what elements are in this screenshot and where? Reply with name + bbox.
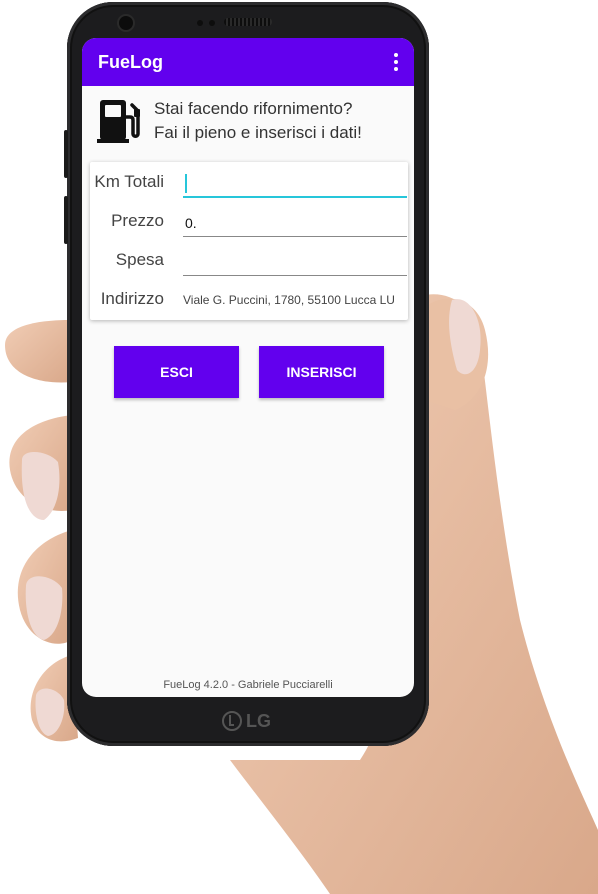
brand-logo: LG <box>222 710 271 732</box>
brand-text: LG <box>246 710 271 731</box>
header-text: Stai facendo rifornimento? Fai il pieno … <box>154 97 362 145</box>
text-cursor <box>185 174 187 193</box>
price-field-row: Prezzo <box>90 203 408 243</box>
spend-label: Spesa <box>115 250 164 269</box>
app-screen: FueLog Stai facendo rifornimento? Fai il… <box>82 38 414 697</box>
spend-field-row: Spesa <box>90 242 408 282</box>
spend-input[interactable] <box>183 248 407 276</box>
sensor-icon <box>209 20 215 26</box>
footer-version: FueLog 4.2.0 - Gabriele Pucciarelli <box>163 679 333 691</box>
address-label: Indirizzo <box>100 289 164 308</box>
fuel-pump-icon <box>97 100 140 143</box>
fuel-form-card: Km Totali Prezzo Spesa Indirizzo Viale G… <box>90 162 408 320</box>
price-label: Prezzo <box>111 211 164 230</box>
front-camera-icon <box>119 16 133 30</box>
insert-button[interactable]: INSERISCI <box>259 346 384 398</box>
volume-button <box>64 130 68 178</box>
exit-button[interactable]: ESCI <box>114 346 239 398</box>
sensor-icon <box>197 20 203 26</box>
header-message: Stai facendo rifornimento? Fai il pieno … <box>96 96 406 146</box>
price-input[interactable] <box>183 209 407 237</box>
speaker-grille <box>224 18 272 26</box>
more-options-icon[interactable] <box>386 50 406 74</box>
lg-logo-icon <box>222 711 242 731</box>
address-field-row: Indirizzo Viale G. Puccini, 1780, 55100 … <box>90 281 408 321</box>
app-title: FueLog <box>98 51 163 72</box>
header-line-1: Stai facendo rifornimento? <box>154 99 353 118</box>
km-input[interactable] <box>183 170 407 198</box>
header-line-2: Fai il pieno e inserisci i dati! <box>154 123 362 142</box>
address-value[interactable]: Viale G. Puccini, 1780, 55100 Lucca LU <box>183 293 408 307</box>
km-label: Km Totali <box>94 172 164 191</box>
power-button <box>64 196 68 244</box>
km-field-row: Km Totali <box>90 164 408 204</box>
app-bar: FueLog <box>82 38 414 86</box>
